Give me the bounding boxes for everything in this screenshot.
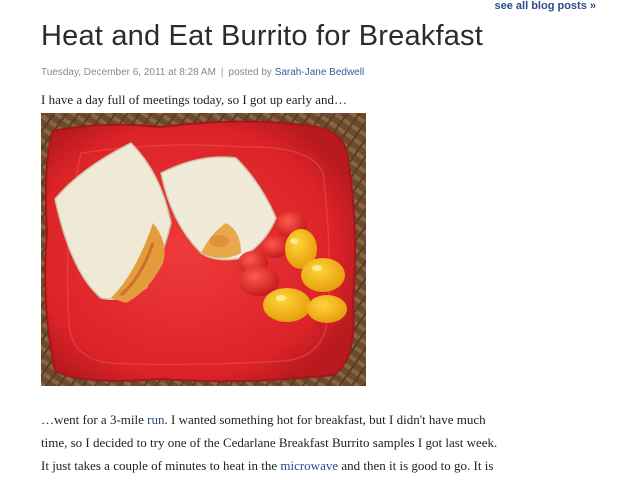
burrito-plate-image bbox=[41, 113, 366, 386]
post-body: …went for a 3-mile run. I wanted somethi… bbox=[41, 408, 601, 477]
body-line: It just takes a couple of minutes to hea… bbox=[41, 454, 601, 477]
red-tomato bbox=[261, 236, 289, 258]
body-text: and then it is good to go. It is bbox=[338, 458, 494, 473]
burrito-photo bbox=[41, 113, 366, 386]
yellow-tomato bbox=[263, 288, 311, 322]
post-title: Heat and Eat Burrito for Breakfast bbox=[41, 20, 484, 52]
yellow-tomato bbox=[307, 295, 347, 323]
meta-separator: | bbox=[220, 67, 224, 78]
body-text: . I wanted something hot for breakfast, … bbox=[164, 412, 486, 427]
post-date: Tuesday, December 6, 2011 at 8:28 AM bbox=[41, 67, 216, 78]
author-link[interactable]: Sarah-Jane Bedwell bbox=[275, 67, 365, 78]
posted-by-label: posted by bbox=[228, 67, 272, 78]
post-meta: Tuesday, December 6, 2011 at 8:28 AM | pos… bbox=[41, 67, 364, 78]
body-text: It just takes a couple of minutes to hea… bbox=[41, 458, 281, 473]
body-line: time, so I decided to try one of the Ced… bbox=[41, 435, 498, 450]
see-all-blog-posts-link[interactable]: see all blog posts » bbox=[495, 0, 596, 12]
run-link[interactable]: run bbox=[147, 412, 164, 427]
yellow-tomato bbox=[301, 258, 345, 292]
microwave-link[interactable]: microwave bbox=[280, 458, 338, 473]
post-intro: I have a day full of meetings today, so … bbox=[41, 92, 348, 107]
body-line: …went for a 3-mile run. I wanted somethi… bbox=[41, 408, 601, 431]
body-text: …went for a 3-mile bbox=[41, 412, 148, 427]
